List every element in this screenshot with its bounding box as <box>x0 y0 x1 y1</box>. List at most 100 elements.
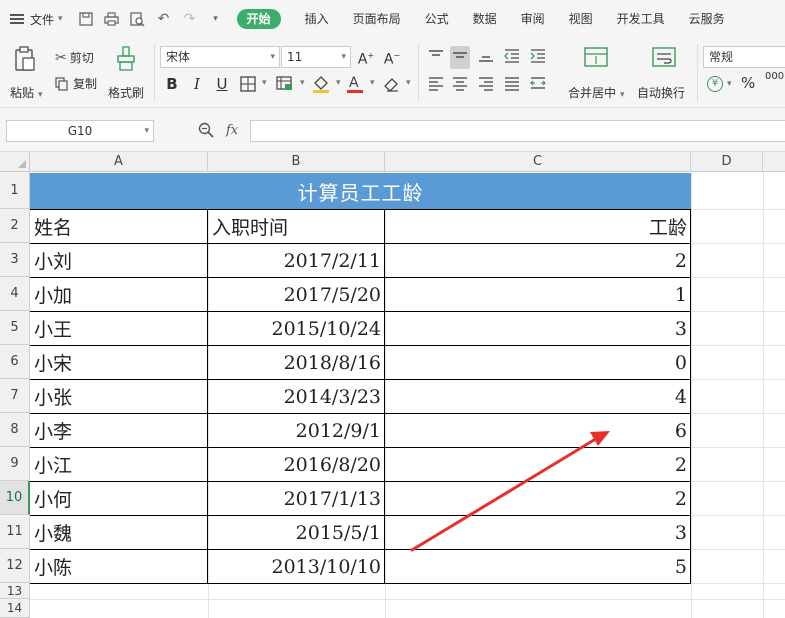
chevron-down-icon: ▾ <box>144 126 149 136</box>
tab-review[interactable]: 审阅 <box>521 9 545 29</box>
tab-data[interactable]: 数据 <box>473 9 497 29</box>
scissors-icon: ✂ <box>55 49 67 66</box>
thousands-button[interactable]: 000 <box>765 72 784 82</box>
menu-tabs: 开始 插入 页面布局 公式 数据 审阅 视图 开发工具 云服务 <box>236 9 749 29</box>
formula-input[interactable] <box>250 120 785 142</box>
formula-bar: G10 ▾ fx <box>0 108 785 152</box>
borders-button[interactable]: ▾ <box>240 76 267 95</box>
increase-indent-button[interactable] <box>528 46 548 69</box>
zoom-icon[interactable] <box>198 122 214 138</box>
chevron-down-icon: ▾ <box>406 78 411 88</box>
svg-text:A: A <box>349 75 359 91</box>
chevron-down-icon: ▾ <box>262 78 267 88</box>
yen-icon: ¥ <box>707 76 723 92</box>
hamburger-icon <box>10 12 24 26</box>
paste-label: 粘贴 <box>10 86 35 100</box>
wrap-text-icon <box>652 47 676 67</box>
percent-button[interactable]: % <box>741 74 755 92</box>
merge-cells-icon <box>584 47 608 67</box>
align-left-button[interactable] <box>426 73 446 96</box>
percent-icon: % <box>741 74 756 92</box>
print-preview-icon[interactable] <box>129 10 147 28</box>
format-painter-button[interactable]: 格式刷 <box>106 46 148 102</box>
undo-icon[interactable]: ↶ <box>155 10 173 28</box>
font-size-value: 11 <box>287 50 303 64</box>
font-size-select[interactable]: 11 ▾ <box>281 46 351 68</box>
font-name-select[interactable]: 宋体 ▾ <box>160 46 280 68</box>
format-painter-label: 格式刷 <box>108 86 145 100</box>
ribbon-divider <box>154 44 155 102</box>
paste-button[interactable]: 粘贴 ▾ <box>8 46 43 102</box>
name-box[interactable]: G10 ▾ <box>6 120 154 142</box>
align-middle-button[interactable] <box>450 46 470 69</box>
align-middle-icon <box>453 52 467 58</box>
tab-cloud[interactable]: 云服务 <box>689 9 725 29</box>
menu-bar: 文件 ▾ ↶ ↷ ▾ 开始 插入 页面布局 公式 数据 审阅 视图 开发工具 云… <box>0 0 785 38</box>
name-box-value: G10 <box>67 124 93 138</box>
paint-brush-icon <box>117 46 135 71</box>
fill-bucket-icon <box>313 76 329 93</box>
copy-button[interactable]: 复制 <box>55 75 97 92</box>
italic-icon[interactable]: I <box>188 74 206 94</box>
tab-developer[interactable]: 开发工具 <box>617 9 665 29</box>
currency-button[interactable]: ¥ ▾ <box>707 74 732 92</box>
quick-access-more-icon[interactable]: ▾ <box>207 10 225 28</box>
fx-icon[interactable]: fx <box>226 123 238 138</box>
chevron-down-icon: ▾ <box>336 78 341 88</box>
copy-label: 复制 <box>73 77 98 91</box>
save-icon[interactable] <box>77 10 95 28</box>
chevron-down-icon: ▾ <box>341 52 346 62</box>
chevron-down-icon: ▾ <box>727 79 732 89</box>
spreadsheet-grid: A B C D 1 2 3 4 5 6 7 8 9 10 11 12 13 14… <box>0 152 785 618</box>
merge-center-label: 合并居中 <box>568 86 617 100</box>
font-color-icon: A <box>347 75 363 93</box>
align-center-button[interactable] <box>450 73 470 96</box>
align-center-icon <box>453 77 467 91</box>
align-left-icon <box>429 77 443 91</box>
align-right-icon <box>479 77 493 91</box>
copy-icon <box>55 76 68 91</box>
cell-style-button[interactable]: ▾ <box>276 76 305 95</box>
distributed-button[interactable] <box>528 73 548 96</box>
redo-icon[interactable]: ↷ <box>181 10 199 28</box>
tab-formulas[interactable]: 公式 <box>425 9 449 29</box>
borders-icon <box>240 76 256 92</box>
number-format-select[interactable]: 常规 <box>703 46 785 68</box>
paste-icon <box>15 46 35 71</box>
align-top-button[interactable] <box>426 46 446 69</box>
fill-color-button[interactable]: ▾ <box>312 74 341 97</box>
justify-button[interactable] <box>502 73 522 96</box>
print-icon[interactable] <box>103 10 121 28</box>
chevron-down-icon: ▾ <box>370 78 375 88</box>
underline-icon[interactable]: U <box>213 74 231 94</box>
decrease-font-size-icon[interactable]: A− <box>383 46 401 68</box>
ribbon-divider <box>697 44 698 102</box>
font-color-button[interactable]: A ▾ <box>346 74 375 97</box>
decrease-indent-button[interactable] <box>502 46 522 69</box>
file-menu[interactable]: 文件 ▾ <box>10 11 63 28</box>
wrap-text-button[interactable]: 自动换行 <box>636 46 692 102</box>
arrow-head <box>590 431 610 446</box>
align-bottom-button[interactable] <box>476 46 496 69</box>
tab-page-layout[interactable]: 页面布局 <box>353 9 401 29</box>
tab-view[interactable]: 视图 <box>569 9 593 29</box>
cell-style-icon <box>276 76 292 90</box>
tab-home[interactable]: 开始 <box>236 9 281 29</box>
ribbon: 粘贴 ▾ ✂ 剪切 复制 格式刷 宋体 ▾ 11 ▾ A+ A− B I U ▾ … <box>0 38 785 108</box>
annotation-arrow <box>410 431 610 552</box>
thousands-icon: 000 <box>765 71 785 82</box>
clear-button[interactable]: ▾ <box>382 75 411 96</box>
bold-icon[interactable]: B <box>163 74 181 94</box>
ribbon-divider <box>418 44 419 102</box>
increase-font-size-icon[interactable]: A+ <box>357 46 375 68</box>
file-menu-label: 文件 <box>30 12 55 27</box>
wrap-text-label: 自动换行 <box>637 86 686 100</box>
tab-insert[interactable]: 插入 <box>305 9 329 29</box>
distributed-align-icon <box>530 77 546 89</box>
align-top-icon <box>429 50 443 56</box>
align-right-button[interactable] <box>476 73 496 96</box>
increase-indent-icon <box>530 49 545 63</box>
cut-button[interactable]: ✂ 剪切 <box>55 49 94 66</box>
merge-center-button[interactable]: 合并居中 ▾ <box>566 46 628 102</box>
cut-label: 剪切 <box>69 51 94 65</box>
